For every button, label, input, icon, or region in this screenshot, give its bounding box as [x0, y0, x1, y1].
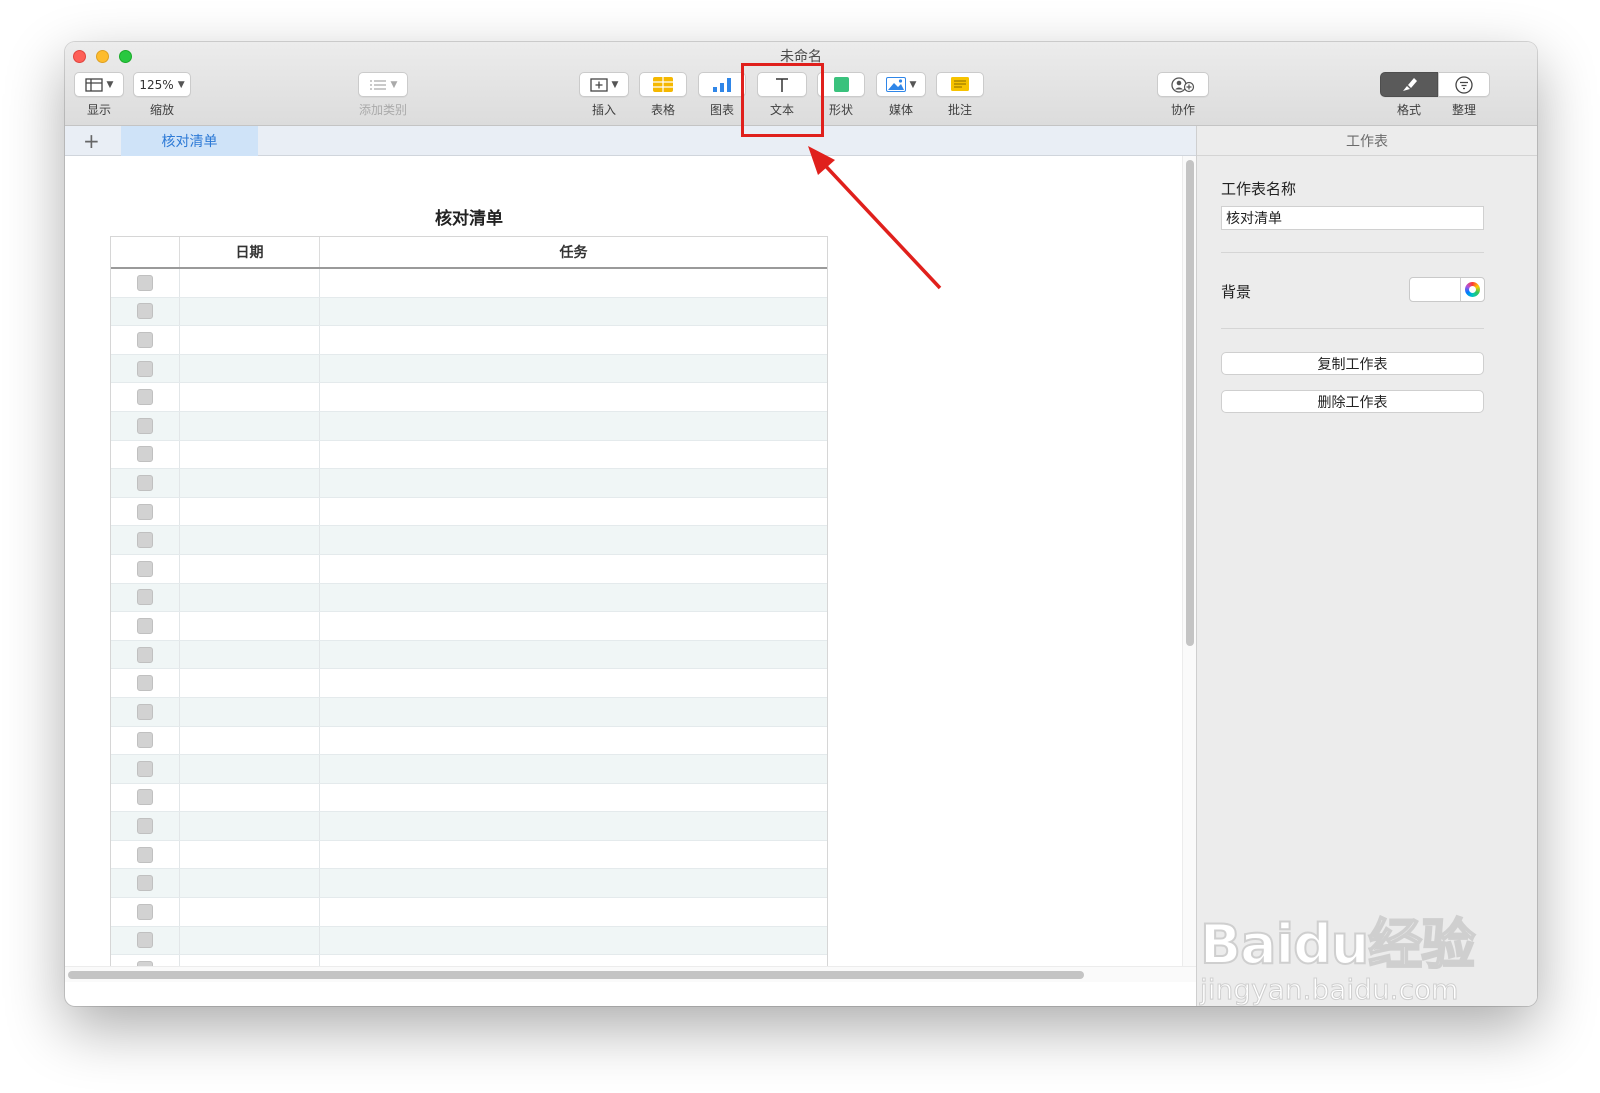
baidu-watermark: Baidu经验 jingyan.baidu.com: [1199, 900, 1476, 1007]
watermark-logo: Baidu经验: [1199, 912, 1476, 977]
watermark-url: jingyan.baidu.com: [1199, 973, 1459, 1007]
